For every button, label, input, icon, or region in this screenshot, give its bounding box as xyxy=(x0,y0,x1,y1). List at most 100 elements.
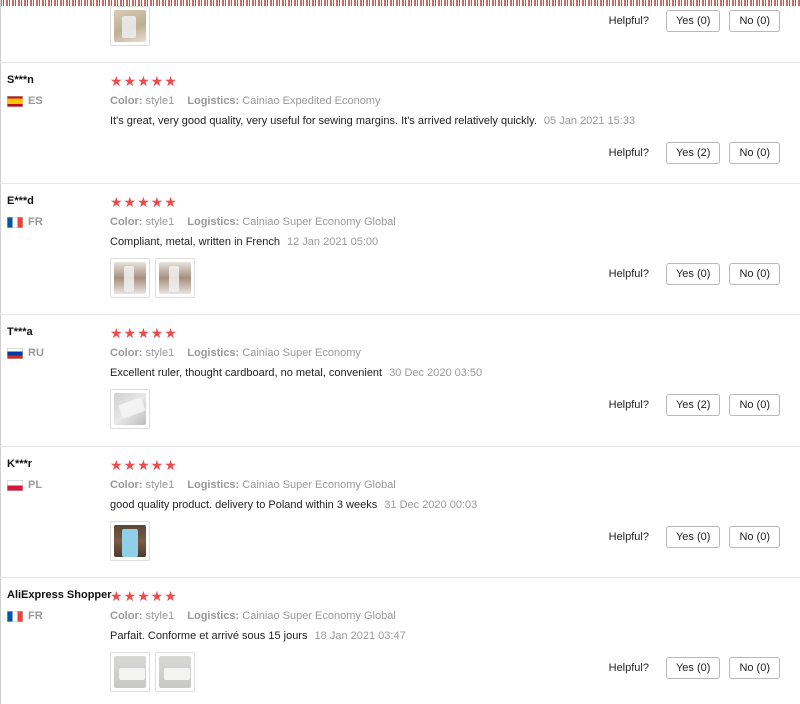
review-photos xyxy=(110,521,150,561)
review-item: E***d FR ★★★★★ Color: style1 Logistics: … xyxy=(0,184,800,314)
helpful-label: Helpful? xyxy=(608,399,649,411)
helpful-yes-button[interactable]: Yes (0) xyxy=(665,526,721,548)
review-item: S***n ES ★★★★★ Color: style1 Logistics: … xyxy=(0,63,800,183)
reviewer-name: K***r xyxy=(7,458,33,470)
color-label: Color: xyxy=(110,610,143,622)
spain-flag-icon xyxy=(7,95,23,107)
reviewer-country: FR xyxy=(7,216,43,228)
helpful-yes-button[interactable]: Yes (0) xyxy=(665,10,721,32)
color-value: style1 xyxy=(145,610,175,622)
color-value: style1 xyxy=(145,95,175,107)
helpful-controls: Helpful? Yes (0) No (0) xyxy=(609,263,780,285)
country-code: FR xyxy=(28,610,43,622)
rating-stars: ★★★★★ xyxy=(110,588,178,604)
reviewer-country: RU xyxy=(7,347,44,359)
review-date: 12 Jan 2021 05:00 xyxy=(287,236,379,248)
reviewer-name: E***d xyxy=(7,195,34,207)
review-body: It's great, very good quality, very usef… xyxy=(110,115,537,127)
france-flag-icon xyxy=(7,216,23,228)
helpful-controls: Helpful? Yes (0) No (0) xyxy=(609,657,780,679)
review-photos xyxy=(110,6,150,46)
review-photo-thumbnail[interactable] xyxy=(155,652,195,692)
review-date: 30 Dec 2020 03:50 xyxy=(389,367,483,379)
review-meta: Color: style1 Logistics: Cainiao Super E… xyxy=(110,479,396,491)
review-meta: Color: style1 Logistics: Cainiao Expedit… xyxy=(110,95,380,107)
review-photo-thumbnail[interactable] xyxy=(155,258,195,298)
review-photos xyxy=(110,389,150,429)
logistics-value: Cainiao Super Economy Global xyxy=(242,479,396,491)
helpful-yes-button[interactable]: Yes (2) xyxy=(665,142,721,164)
review-body: Excellent ruler, thought cardboard, no m… xyxy=(110,367,383,379)
country-code: PL xyxy=(28,479,43,491)
color-value: style1 xyxy=(145,479,175,491)
review-date: 18 Jan 2021 03:47 xyxy=(314,630,406,642)
logistics-label: Logistics: xyxy=(187,479,240,491)
color-label: Color: xyxy=(110,216,143,228)
logistics-value: Cainiao Super Economy Global xyxy=(242,610,396,622)
color-label: Color: xyxy=(110,479,143,491)
helpful-yes-button[interactable]: Yes (2) xyxy=(665,394,721,416)
review-item: T***a RU ★★★★★ Color: style1 Logistics: … xyxy=(0,315,800,446)
helpful-yes-button[interactable]: Yes (0) xyxy=(665,263,721,285)
review-body: Compliant, metal, written in French xyxy=(110,236,280,248)
helpful-label: Helpful? xyxy=(608,531,649,543)
review-text: Excellent ruler, thought cardboard, no m… xyxy=(110,367,482,379)
review-date: 31 Dec 2020 00:03 xyxy=(384,499,478,511)
review-photo-thumbnail[interactable] xyxy=(110,521,150,561)
color-label: Color: xyxy=(110,95,143,107)
helpful-no-button[interactable]: No (0) xyxy=(729,10,780,32)
color-value: style1 xyxy=(145,347,175,359)
france-flag-icon xyxy=(7,610,23,622)
helpful-label: Helpful? xyxy=(608,662,649,674)
helpful-controls: Helpful? Yes (0) No (0) xyxy=(609,10,780,32)
reviewer-name: S***n xyxy=(7,74,34,86)
helpful-no-button[interactable]: No (0) xyxy=(729,263,780,285)
helpful-label: Helpful? xyxy=(608,15,649,27)
review-item: Helpful? Yes (0) No (0) xyxy=(0,0,800,62)
review-body: Parfait. Conforme et arrivé sous 15 jour… xyxy=(110,630,308,642)
reviewer-country: FR xyxy=(7,610,43,622)
review-text: good quality product. delivery to Poland… xyxy=(110,499,477,511)
review-body: good quality product. delivery to Poland… xyxy=(110,499,378,511)
helpful-controls: Helpful? Yes (2) No (0) xyxy=(609,394,780,416)
review-meta: Color: style1 Logistics: Cainiao Super E… xyxy=(110,216,396,228)
helpful-no-button[interactable]: No (0) xyxy=(729,394,780,416)
review-item: K***r PL ★★★★★ Color: style1 Logistics: … xyxy=(0,447,800,577)
helpful-yes-button[interactable]: Yes (0) xyxy=(665,657,721,679)
reviewer-name: AliExpress Shopper xyxy=(7,589,112,601)
logistics-value: Cainiao Expedited Economy xyxy=(242,95,381,107)
rating-stars: ★★★★★ xyxy=(110,325,178,341)
logistics-label: Logistics: xyxy=(187,95,240,107)
logistics-label: Logistics: xyxy=(187,347,240,359)
color-label: Color: xyxy=(110,347,143,359)
country-code: RU xyxy=(28,347,44,359)
review-photo-thumbnail[interactable] xyxy=(110,258,150,298)
country-code: FR xyxy=(28,216,43,228)
helpful-label: Helpful? xyxy=(608,147,649,159)
review-photos xyxy=(110,258,195,298)
poland-flag-icon xyxy=(7,479,23,491)
reviewer-country: ES xyxy=(7,95,43,107)
rating-stars: ★★★★★ xyxy=(110,73,178,89)
logistics-label: Logistics: xyxy=(187,216,240,228)
logistics-label: Logistics: xyxy=(187,610,240,622)
reviewer-name: T***a xyxy=(7,326,33,338)
helpful-no-button[interactable]: No (0) xyxy=(729,657,780,679)
review-photo-thumbnail[interactable] xyxy=(110,6,150,46)
review-item: AliExpress Shopper FR ★★★★★ Color: style… xyxy=(0,578,800,704)
review-date: 05 Jan 2021 15:33 xyxy=(543,115,636,127)
review-text: Compliant, metal, written in French 12 J… xyxy=(110,236,378,248)
rating-stars: ★★★★★ xyxy=(110,194,178,210)
review-photo-thumbnail[interactable] xyxy=(110,389,150,429)
country-code: ES xyxy=(28,95,43,107)
review-photos xyxy=(110,652,195,692)
russia-flag-icon xyxy=(7,347,23,359)
helpful-controls: Helpful? Yes (2) No (0) xyxy=(609,142,780,164)
review-meta: Color: style1 Logistics: Cainiao Super E… xyxy=(110,610,396,622)
helpful-no-button[interactable]: No (0) xyxy=(729,142,780,164)
rating-stars: ★★★★★ xyxy=(110,457,178,473)
helpful-no-button[interactable]: No (0) xyxy=(729,526,780,548)
logistics-value: Cainiao Super Economy xyxy=(242,347,361,359)
review-photo-thumbnail[interactable] xyxy=(110,652,150,692)
reviewer-country: PL xyxy=(7,479,42,491)
